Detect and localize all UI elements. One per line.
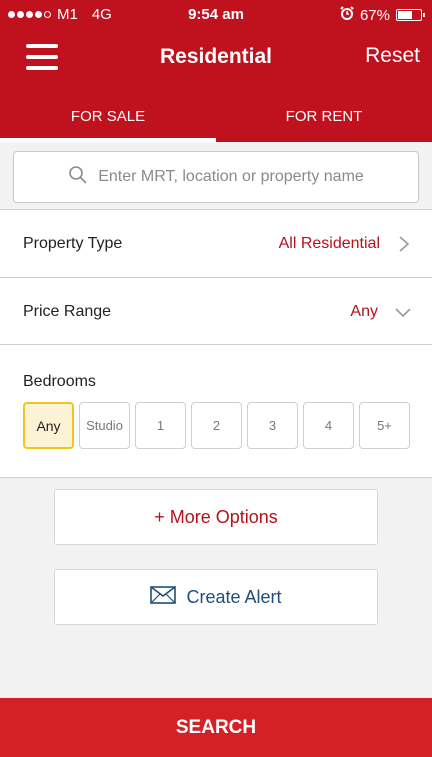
property-type-label: Property Type — [23, 235, 123, 252]
price-range-row[interactable]: Price Range Any — [0, 278, 432, 345]
tab-for-sale[interactable]: FOR SALE — [0, 86, 216, 142]
listing-type-tabs: FOR SALE FOR RENT — [0, 86, 432, 142]
search-placeholder: Enter MRT, location or property name — [98, 168, 364, 185]
bedroom-option-2[interactable]: 2 — [191, 402, 242, 449]
search-input[interactable]: Enter MRT, location or property name — [13, 151, 419, 203]
create-alert-button[interactable]: Create Alert — [54, 569, 378, 625]
property-type-value: All Residential — [278, 235, 380, 252]
alarm-icon — [340, 6, 354, 24]
more-options-button[interactable]: + More Options — [54, 489, 378, 545]
bedroom-option-studio[interactable]: Studio — [79, 402, 130, 449]
price-range-label: Price Range — [23, 303, 112, 320]
nav-bar: Residential Reset — [0, 28, 432, 86]
chevron-right-icon — [398, 235, 410, 258]
envelope-icon — [150, 585, 177, 609]
battery-icon — [396, 9, 425, 21]
search-button[interactable]: SEARCH — [0, 698, 432, 757]
search-section: Enter MRT, location or property name — [0, 142, 432, 210]
bedroom-option-3[interactable]: 3 — [247, 402, 298, 449]
reset-button[interactable]: Reset — [365, 44, 420, 68]
bedroom-options: Any Studio 1 2 3 4 5+ — [23, 402, 410, 449]
bedroom-option-4[interactable]: 4 — [303, 402, 354, 449]
property-type-row[interactable]: Property Type All Residential — [0, 210, 432, 278]
create-alert-label: Create Alert — [186, 586, 282, 607]
battery-percent: 67% — [359, 6, 390, 24]
bedroom-option-any[interactable]: Any — [23, 402, 74, 449]
bedrooms-label: Bedrooms — [23, 373, 96, 390]
chevron-down-icon — [394, 306, 412, 324]
price-range-value: Any — [350, 303, 378, 320]
more-options-label: + More Options — [154, 506, 278, 527]
bedroom-option-5-plus[interactable]: 5+ — [359, 402, 410, 449]
search-icon — [68, 165, 88, 190]
tab-for-rent[interactable]: FOR RENT — [216, 86, 432, 142]
status-bar: M1 4G 9:54 am 67% — [0, 0, 432, 28]
bedrooms-section: Bedrooms Any Studio 1 2 3 4 5+ — [0, 345, 432, 478]
bedroom-option-1[interactable]: 1 — [135, 402, 186, 449]
battery-info: 67% — [340, 6, 425, 24]
